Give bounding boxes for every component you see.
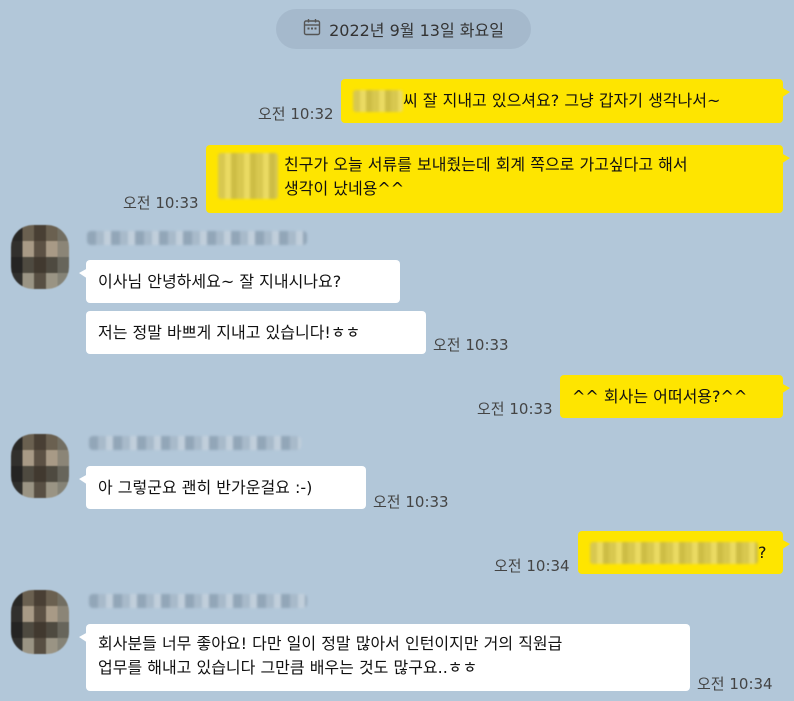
- redacted-name: [218, 153, 278, 199]
- their-message-bubble[interactable]: 이사님 안녕하세요~ 잘 지내시나요?: [79, 260, 400, 303]
- message-text: 아 그렇군요 괜히 반가운걸요 :-): [98, 477, 313, 497]
- their-message-bubble[interactable]: 아 그렇군요 괜히 반가운걸요 :-): [79, 466, 366, 509]
- message-text-line: 친구가 오늘 서류를 보내줬는데 회계 쪽으로 가고싶다고 해서: [284, 155, 688, 174]
- message-text-line: 회사분들 너무 좋아요! 다만 일이 정말 많아서 인턴이지만 거의 직원급: [98, 634, 563, 653]
- message-time: 오전 10:33: [477, 400, 553, 418]
- message-text: ^^ 회사는 어떠서용?^^: [572, 386, 748, 406]
- message-time: 오전 10:34: [494, 557, 570, 575]
- message-text: ?: [758, 542, 767, 562]
- message-text: 씨 잘 지내고 있으셔요? 그냥 갑자기 생각나서~: [403, 91, 721, 110]
- my-message-bubble[interactable]: 씨 잘 지내고 있으셔요? 그냥 갑자기 생각나서~: [341, 79, 790, 123]
- avatar[interactable]: [11, 434, 69, 498]
- avatar[interactable]: [11, 225, 69, 289]
- message-time: 오전 10:33: [373, 493, 449, 511]
- date-divider: 2022년 9월 13일 화요일: [276, 9, 531, 49]
- date-label: 2022년 9월 13일 화요일: [329, 21, 504, 40]
- calendar-icon: [303, 18, 321, 40]
- message-text: 이사님 안녕하세요~ 잘 지내시나요?: [98, 271, 342, 291]
- my-message-bubble[interactable]: ^^ 회사는 어떠서용?^^: [560, 375, 790, 418]
- sender-name: [87, 231, 307, 245]
- sender-name: [89, 594, 307, 608]
- redacted-name: [353, 90, 403, 112]
- message-time: 오전 10:33: [433, 336, 509, 354]
- message-time: 오전 10:34: [697, 675, 773, 693]
- my-message-bubble[interactable]: 친구가 오늘 서류를 보내줬는데 회계 쪽으로 가고싶다고 해서 생각이 났네용…: [206, 145, 790, 213]
- message-text-line: 생각이 났네용^^: [284, 179, 405, 198]
- message-text-block: 친구가 오늘 서류를 보내줬는데 회계 쪽으로 가고싶다고 해서 생각이 났네용…: [284, 153, 688, 201]
- their-message-bubble[interactable]: 회사분들 너무 좋아요! 다만 일이 정말 많아서 인턴이지만 거의 직원급 업…: [79, 624, 690, 691]
- sender-name: [89, 436, 301, 450]
- my-message-bubble[interactable]: ?: [578, 531, 790, 574]
- their-message-bubble[interactable]: 저는 정말 바쁘게 지내고 있습니다!ㅎㅎ: [86, 311, 426, 354]
- message-text: 저는 정말 바쁘게 지내고 있습니다!ㅎㅎ: [98, 322, 361, 342]
- message-time: 오전 10:33: [123, 194, 199, 212]
- message-text-block: 회사분들 너무 좋아요! 다만 일이 정말 많아서 인턴이지만 거의 직원급 업…: [98, 632, 562, 680]
- redacted-text: [590, 541, 758, 564]
- message-time: 오전 10:32: [258, 105, 334, 123]
- avatar[interactable]: [11, 590, 69, 654]
- message-text-line: 업무를 해내고 있습니다 그만큼 배우는 것도 많구요..ㅎㅎ: [98, 658, 478, 677]
